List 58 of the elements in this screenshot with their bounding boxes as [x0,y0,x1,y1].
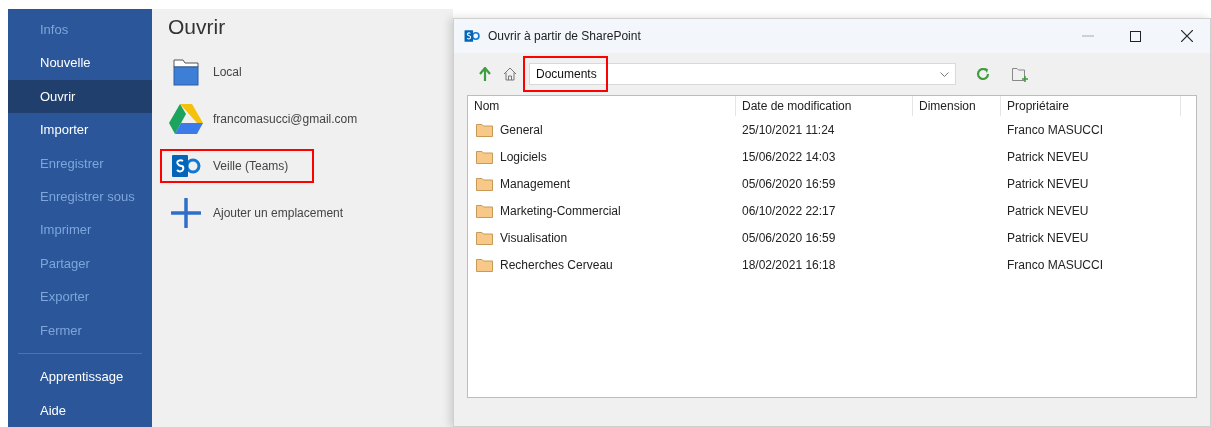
column-header[interactable]: Dimension [913,96,1001,116]
folder-icon [476,176,493,191]
owner-name: Franco MASUCCI [1006,122,1104,137]
close-icon[interactable] [1181,30,1193,42]
sharepoint-icon [171,153,201,179]
modified-date: 25/10/2021 11:24 [741,122,835,137]
modified-date: 05/06/2020 16:59 [741,230,836,245]
file-row[interactable]: Recherches Cerveau 18/02/2021 16:18 Franco MASUCCI [468,251,1196,278]
file-row[interactable]: Visualisation 05/06/2020 16:59 Patrick NEVEU [468,224,1196,251]
column-header[interactable]: Propriétaire [1001,96,1181,116]
owner-name: Patrick NEVEU [1006,149,1089,164]
home-icon[interactable] [503,67,517,81]
column-header[interactable]: Date de modification [736,96,913,116]
owner-name: Franco MASUCCI [1006,257,1104,272]
sidebar-item[interactable]: Apprentissage [8,360,152,394]
folder-icon [476,230,493,245]
owner-name: Patrick NEVEU [1006,176,1089,191]
dialog-title: Ouvrir à partir de SharePoint [488,28,641,45]
page-title: Ouvrir [167,15,227,39]
up-arrow-icon[interactable] [479,67,491,81]
location-item[interactable]: Ajouter un emplacement [161,197,350,229]
folder-icon [476,122,493,137]
sidebar-item[interactable]: Importer [8,113,152,147]
column-header[interactable]: Nom [468,96,736,116]
folder-icon [476,257,493,272]
drive-icon [169,104,203,134]
path-field[interactable]: Documents [529,63,956,85]
sidebar-item[interactable]: Ouvrir [8,79,152,114]
modified-date: 06/10/2022 22:17 [741,203,836,218]
maximize-icon[interactable] [1130,30,1141,42]
file-name: Marketing-Commercial [500,202,621,220]
file-row[interactable]: Management 05/06/2020 16:59 Patrick NEVEU [468,170,1196,197]
new-folder-icon[interactable] [1012,66,1029,82]
file-name: Management [500,175,571,193]
folder-icon [476,203,493,218]
file-name: General [500,121,543,139]
modified-date: 05/06/2020 16:59 [741,176,836,191]
file-row[interactable]: Marketing-Commercial 06/10/2022 22:17 Patrick NEVEU [468,197,1196,224]
location-item[interactable]: Veille (Teams) [161,150,313,182]
refresh-icon[interactable] [976,67,990,81]
folder-icon [173,58,199,86]
file-row[interactable]: General 25/10/2021 11:24 Franco MASUCCI [468,116,1196,143]
dropdown-caret-icon[interactable] [940,71,949,77]
file-name: Logiciels [500,148,547,166]
plus-icon [171,198,201,228]
file-row[interactable]: Logiciels 15/06/2022 14:03 Patrick NEVEU [468,143,1196,170]
folder-icon [476,149,493,164]
sidebar-item[interactable]: Aide [8,393,152,427]
modified-date: 18/02/2021 16:18 [741,257,836,272]
owner-name: Patrick NEVEU [1006,230,1089,245]
location-item[interactable]: francomasucci@gmail.com [161,103,364,135]
sharepoint-icon [464,29,480,43]
file-name: Recherches Cerveau [500,256,613,274]
modified-date: 15/06/2022 14:03 [741,149,836,164]
file-name: Visualisation [500,229,568,247]
sidebar-item[interactable]: Nouvelle [8,46,152,80]
owner-name: Patrick NEVEU [1006,203,1089,218]
location-item[interactable]: Local [161,56,248,88]
